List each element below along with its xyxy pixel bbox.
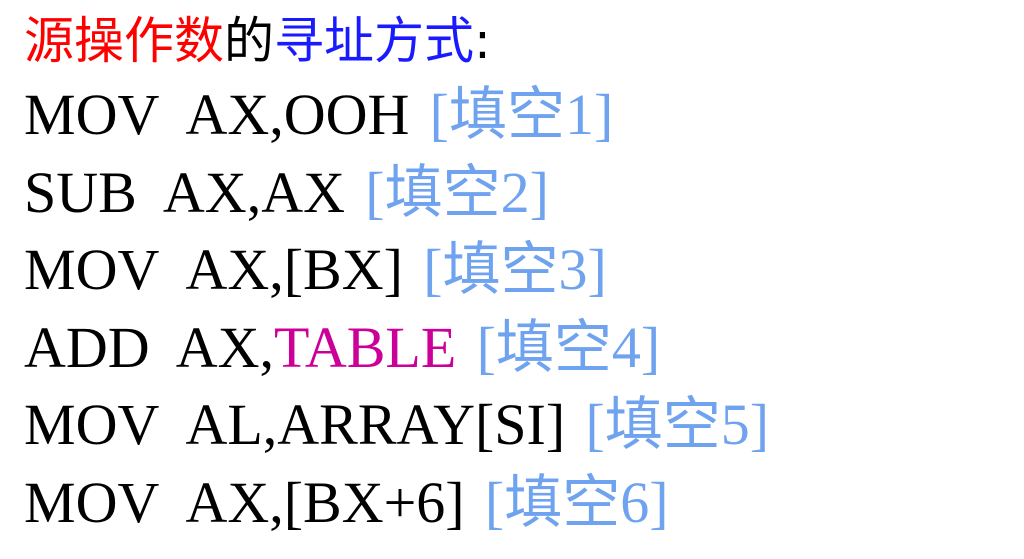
mnemonic: MOV [24, 82, 160, 147]
blank-6[interactable]: [填空6] [485, 470, 669, 535]
blank-3[interactable]: [填空3] [423, 237, 607, 302]
blank-4[interactable]: [填空4] [477, 315, 661, 380]
title-source-operand: 源操作数 [24, 12, 224, 70]
mnemonic: MOV [24, 237, 160, 302]
mnemonic: ADD [24, 314, 150, 380]
operands: AL,ARRAY[SI] [185, 392, 566, 457]
operands: AX,[BX] [185, 237, 403, 302]
title-colon: : [474, 12, 491, 70]
operands: AX,[BX+6] [185, 469, 465, 535]
operands: AX,OOH [185, 82, 410, 147]
instruction-line-3: MOV AX,[BX] [填空3] [24, 231, 1024, 309]
instruction-line-4: ADD AX,TABLE [填空4] [24, 309, 1024, 387]
instruction-line-6: MOV AX,[BX+6] [填空6] [24, 464, 1024, 542]
instruction-line-1: MOV AX,OOH [填空1] [24, 76, 1024, 154]
operands: AX, [175, 314, 275, 380]
blank-5[interactable]: [填空5] [585, 392, 769, 457]
blank-2[interactable]: [填空2] [365, 160, 549, 225]
table-symbol: TABLE [274, 314, 457, 380]
blank-1[interactable]: [填空1] [430, 82, 614, 147]
instruction-line-2: SUB AX,AX [填空2] [24, 154, 1024, 232]
mnemonic: MOV [24, 392, 160, 457]
title-of: 的 [224, 12, 274, 70]
operands: AX,AX [162, 159, 345, 225]
instruction-line-5: MOV AL,ARRAY[SI] [填空5] [24, 386, 1024, 464]
mnemonic: MOV [24, 469, 160, 535]
page-title: 源操作数的寻址方式: [24, 6, 1024, 76]
mnemonic: SUB [24, 159, 137, 225]
title-addressing-mode: 寻址方式 [274, 12, 474, 70]
document: 源操作数的寻址方式: MOV AX,OOH [填空1] SUB AX,AX [填空2] … [24, 6, 1024, 541]
